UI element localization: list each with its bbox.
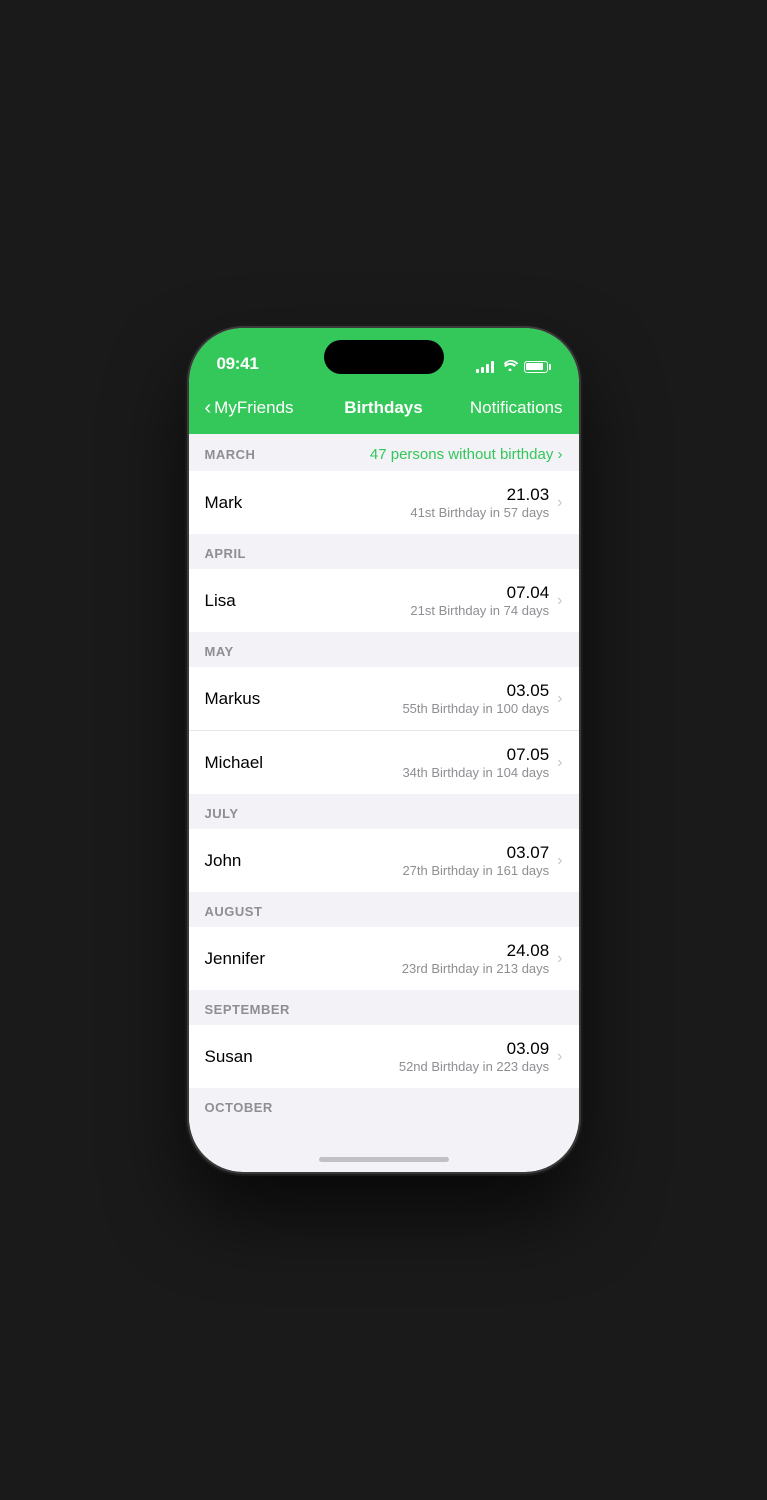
- dynamic-island: [324, 340, 444, 374]
- wifi-icon: [502, 359, 518, 374]
- item-sub: 55th Birthday in 100 days: [402, 701, 549, 716]
- item-date-info: 24.0823rd Birthday in 213 days: [402, 941, 549, 976]
- list-item[interactable]: John03.0727th Birthday in 161 days ›: [189, 829, 579, 892]
- item-sub: 27th Birthday in 161 days: [402, 863, 549, 878]
- list-item[interactable]: Michael07.0534th Birthday in 104 days ›: [189, 731, 579, 794]
- item-name: Markus: [205, 689, 403, 709]
- month-label-october: OCTOBER: [205, 1100, 273, 1115]
- list-item[interactable]: Jennifer24.0823rd Birthday in 213 days ›: [189, 927, 579, 990]
- chevron-right-icon: ›: [557, 1048, 562, 1066]
- item-name: Susan: [205, 1047, 399, 1067]
- nav-bar: ‹ MyFriends Birthdays Notifications: [189, 382, 579, 434]
- item-right: 03.0952nd Birthday in 223 days ›: [399, 1039, 563, 1074]
- chevron-right-icon: ›: [557, 950, 562, 968]
- item-date: 03.05: [402, 681, 549, 701]
- list-item[interactable]: Susan03.0952nd Birthday in 223 days ›: [189, 1025, 579, 1088]
- item-date-info: 07.0534th Birthday in 104 days: [402, 745, 549, 780]
- list-may: Markus03.0555th Birthday in 100 days›Mic…: [189, 667, 579, 794]
- section-header-september: SEPTEMBER: [189, 990, 579, 1025]
- item-right: 03.0555th Birthday in 100 days ›: [402, 681, 562, 716]
- back-label: MyFriends: [214, 398, 293, 418]
- item-name: Lisa: [205, 591, 411, 611]
- status-icons: [476, 359, 551, 374]
- item-date: 03.09: [399, 1039, 549, 1059]
- list-april: Lisa07.0421st Birthday in 74 days ›: [189, 569, 579, 632]
- item-right: 21.0341st Birthday in 57 days ›: [410, 485, 562, 520]
- battery-icon: [524, 361, 551, 373]
- list-september: Susan03.0952nd Birthday in 223 days ›: [189, 1025, 579, 1088]
- item-sub: 52nd Birthday in 223 days: [399, 1059, 549, 1074]
- item-right: 24.0823rd Birthday in 213 days ›: [402, 941, 563, 976]
- chevron-right-icon: ›: [557, 690, 562, 708]
- item-name: Michael: [205, 753, 403, 773]
- list-july: John03.0727th Birthday in 161 days ›: [189, 829, 579, 892]
- item-sub: 41st Birthday in 57 days: [410, 505, 549, 520]
- item-date-info: 03.0952nd Birthday in 223 days: [399, 1039, 549, 1074]
- status-time: 09:41: [217, 354, 259, 374]
- month-label-march: MARCH: [205, 447, 256, 462]
- item-date: 07.05: [402, 745, 549, 765]
- notifications-button[interactable]: Notifications: [470, 398, 563, 418]
- list-august: Jennifer24.0823rd Birthday in 213 days ›: [189, 927, 579, 990]
- section-header-july: JULY: [189, 794, 579, 829]
- chevron-right-icon: ›: [557, 852, 562, 870]
- list-march: Mark21.0341st Birthday in 57 days ›: [189, 471, 579, 534]
- month-label-august: AUGUST: [205, 904, 263, 919]
- month-label-july: JULY: [205, 806, 239, 821]
- nav-title: Birthdays: [344, 398, 422, 418]
- item-right: 07.0534th Birthday in 104 days ›: [402, 745, 562, 780]
- section-header-may: MAY: [189, 632, 579, 667]
- item-date: 03.07: [402, 843, 549, 863]
- item-date-info: 03.0727th Birthday in 161 days: [402, 843, 549, 878]
- list-item[interactable]: Markus03.0555th Birthday in 100 days ›: [189, 667, 579, 731]
- item-date-info: 07.0421st Birthday in 74 days: [410, 583, 549, 618]
- item-sub: 23rd Birthday in 213 days: [402, 961, 549, 976]
- month-label-april: APRIL: [205, 546, 247, 561]
- home-indicator: [319, 1157, 449, 1162]
- back-chevron-icon: ‹: [205, 398, 212, 418]
- item-date-info: 03.0555th Birthday in 100 days: [402, 681, 549, 716]
- without-birthday-link[interactable]: 47 persons without birthday ›: [370, 446, 563, 463]
- back-button[interactable]: ‹ MyFriends: [205, 398, 294, 418]
- item-sub: 21st Birthday in 74 days: [410, 603, 549, 618]
- section-header-august: AUGUST: [189, 892, 579, 927]
- signal-bars-icon: [476, 361, 494, 373]
- item-name: John: [205, 851, 403, 871]
- section-header-october: OCTOBER: [189, 1088, 579, 1123]
- month-label-may: MAY: [205, 644, 234, 659]
- item-sub: 34th Birthday in 104 days: [402, 765, 549, 780]
- month-label-september: SEPTEMBER: [205, 1002, 290, 1017]
- item-date: 21.03: [410, 485, 549, 505]
- item-date: 07.04: [410, 583, 549, 603]
- list-item[interactable]: Mark21.0341st Birthday in 57 days ›: [189, 471, 579, 534]
- list-item[interactable]: Lisa07.0421st Birthday in 74 days ›: [189, 569, 579, 632]
- phone-screen: 09:41 ‹: [189, 328, 579, 1172]
- item-right: 07.0421st Birthday in 74 days ›: [410, 583, 562, 618]
- section-header-march: MARCH 47 persons without birthday ›: [189, 434, 579, 471]
- chevron-right-icon: ›: [557, 494, 562, 512]
- chevron-right-icon: ›: [557, 592, 562, 610]
- item-date: 24.08: [402, 941, 549, 961]
- item-name: Jennifer: [205, 949, 402, 969]
- phone-shell: 09:41 ‹: [189, 328, 579, 1172]
- item-date-info: 21.0341st Birthday in 57 days: [410, 485, 549, 520]
- item-right: 03.0727th Birthday in 161 days ›: [402, 843, 562, 878]
- content-area: MARCH47 persons without birthday ›Mark21…: [189, 434, 579, 1123]
- chevron-right-icon: ›: [557, 754, 562, 772]
- section-header-april: APRIL: [189, 534, 579, 569]
- item-name: Mark: [205, 493, 411, 513]
